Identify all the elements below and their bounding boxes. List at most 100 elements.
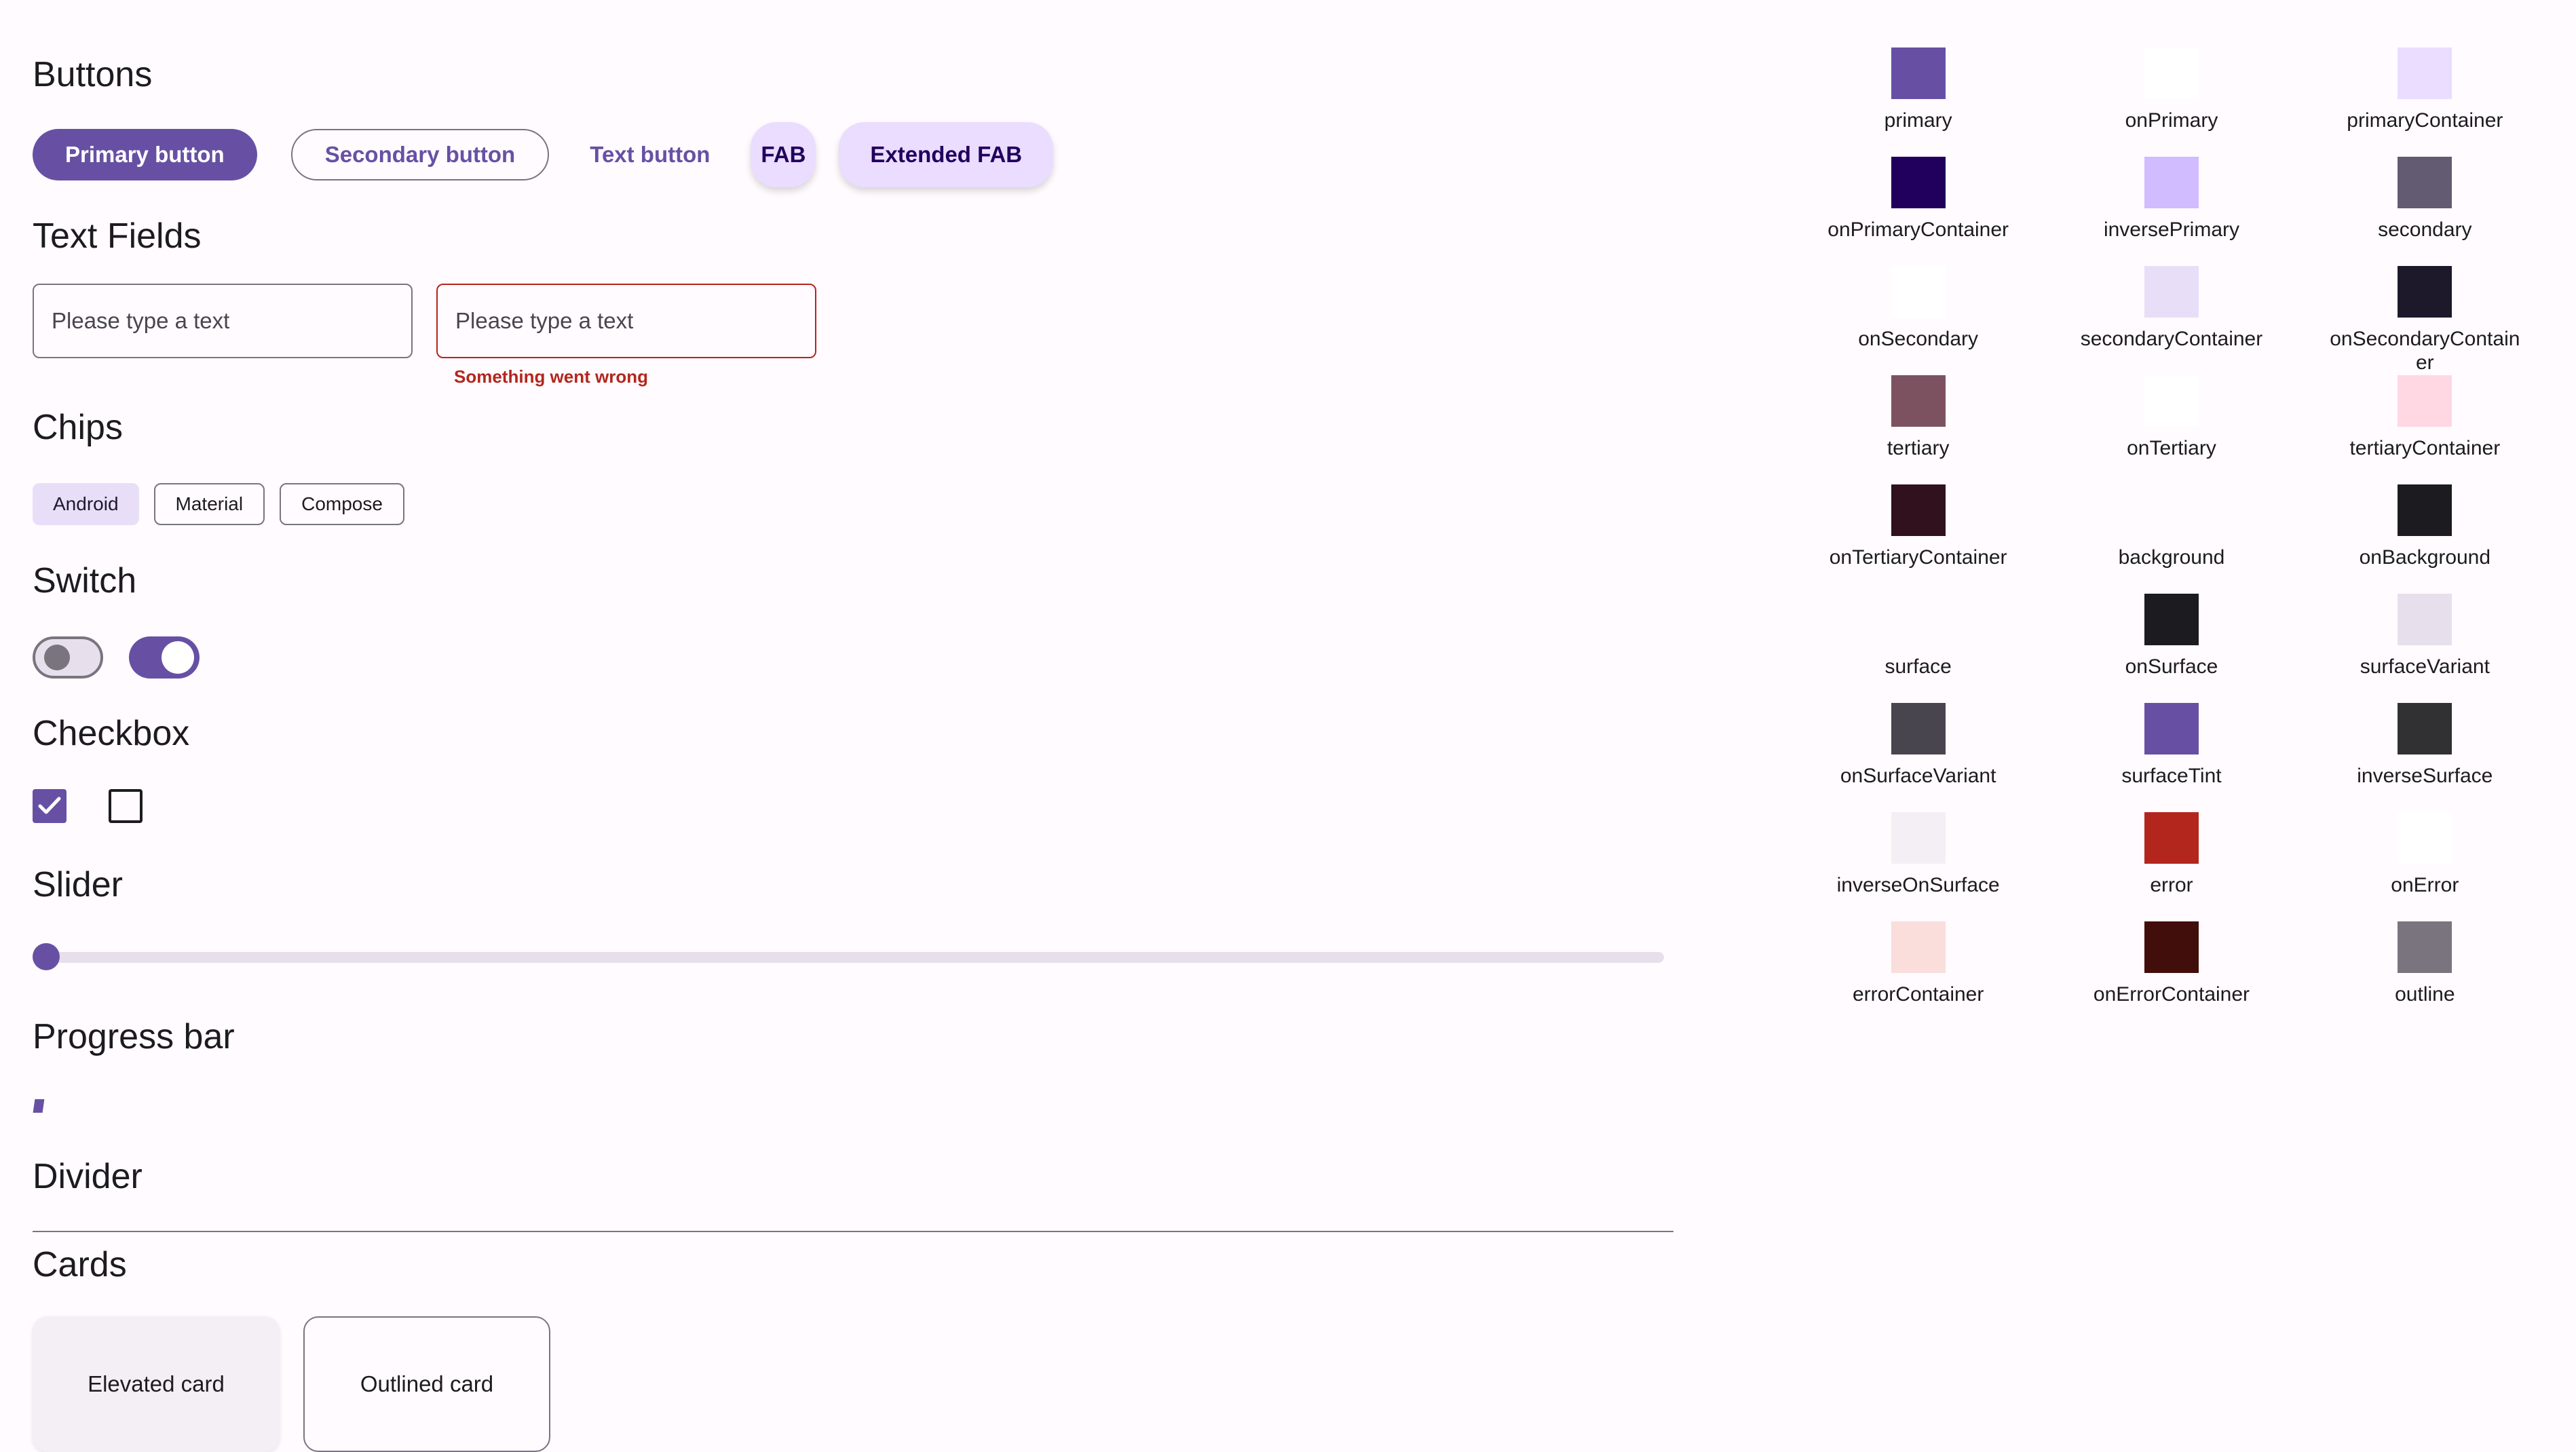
- swatch-label: onPrimary: [2073, 109, 2270, 132]
- swatch-surfaceVariant: surfaceVariant: [2298, 594, 2552, 703]
- swatch-color-box: [2144, 703, 2199, 754]
- primary-button[interactable]: Primary button: [33, 129, 257, 180]
- swatch-label: surfaceVariant: [2326, 655, 2523, 679]
- text-field-error-message: Something went wrong: [454, 366, 648, 387]
- switch-on-knob: [162, 641, 194, 674]
- progress-bar-section-title: Progress bar: [33, 1019, 235, 1054]
- swatch-color-box: [1891, 703, 1946, 754]
- elevated-card[interactable]: Elevated card: [33, 1316, 280, 1452]
- color-palette-grid: primary onPrimary primaryContainer onPrimar…: [1792, 47, 2552, 1031]
- swatch-onTertiaryContainer: onTertiaryContainer: [1792, 484, 2045, 594]
- swatch-tertiaryContainer: tertiaryContainer: [2298, 375, 2552, 484]
- swatch-label: inverseOnSurface: [1820, 873, 2017, 897]
- swatch-onTertiary: onTertiary: [2045, 375, 2298, 484]
- swatch-inverseSurface: inverseSurface: [2298, 703, 2552, 812]
- swatch-color-box: [2144, 157, 2199, 208]
- fab-button[interactable]: FAB: [751, 122, 816, 187]
- text-field-error[interactable]: [436, 284, 816, 358]
- swatch-color-box: [2398, 484, 2452, 536]
- swatch-label: primary: [1820, 109, 2017, 132]
- swatch-inverseOnSurface: inverseOnSurface: [1792, 812, 2045, 921]
- text-fields-section-title: Text Fields: [33, 218, 202, 254]
- component-showcase-column: Buttons Primary button Secondary button …: [33, 0, 1709, 1415]
- checkbox-row: [33, 789, 143, 823]
- buttons-row: Primary button Secondary button Text but…: [33, 122, 1053, 187]
- swatch-label: surfaceTint: [2073, 764, 2270, 788]
- chips-section-title: Chips: [33, 410, 123, 445]
- swatch-label: onSecondary: [1820, 327, 2017, 351]
- divider-section-title: Divider: [33, 1159, 143, 1194]
- extended-fab-button[interactable]: Extended FAB: [839, 122, 1053, 187]
- switch-on[interactable]: [129, 636, 200, 679]
- check-icon: [38, 796, 61, 816]
- swatch-color-box: [2398, 812, 2452, 864]
- swatch-onErrorContainer: onErrorContainer: [2045, 921, 2298, 1031]
- divider-line: [33, 1231, 1673, 1232]
- slider[interactable]: [33, 943, 1664, 970]
- checkbox-unchecked[interactable]: [109, 789, 143, 823]
- chip-android[interactable]: Android: [33, 483, 139, 525]
- outlined-card[interactable]: Outlined card: [303, 1316, 550, 1452]
- swatch-color-box: [2144, 812, 2199, 864]
- swatch-color-box: [2398, 47, 2452, 99]
- buttons-section-title: Buttons: [33, 57, 152, 92]
- swatch-onSurface: onSurface: [2045, 594, 2298, 703]
- swatch-label: tertiaryContainer: [2326, 436, 2523, 460]
- swatch-outline: outline: [2298, 921, 2552, 1031]
- slider-track[interactable]: [33, 952, 1664, 963]
- text-field-normal[interactable]: [33, 284, 413, 358]
- chip-compose[interactable]: Compose: [280, 483, 404, 525]
- swatch-label: secondary: [2326, 218, 2523, 242]
- swatch-primaryContainer: primaryContainer: [2298, 47, 2552, 157]
- chips-row: Android Material Compose: [33, 483, 404, 525]
- secondary-button[interactable]: Secondary button: [291, 129, 550, 180]
- swatch-label: outline: [2326, 982, 2523, 1006]
- swatch-label: onSurfaceVariant: [1820, 764, 2017, 788]
- text-button[interactable]: Text button: [569, 129, 730, 180]
- swatch-label: secondaryContainer: [2073, 327, 2270, 351]
- swatch-onPrimary: onPrimary: [2045, 47, 2298, 157]
- slider-section-title: Slider: [33, 867, 123, 902]
- swatch-label: onTertiaryContainer: [1820, 546, 2017, 569]
- progress-bar-indicator: [33, 1099, 45, 1113]
- swatch-label: onPrimaryContainer: [1820, 218, 2017, 242]
- swatch-label: onSecondaryContainer: [2326, 327, 2523, 375]
- text-field-normal-wrapper: [33, 284, 413, 358]
- swatch-color-box: [1891, 921, 1946, 973]
- swatch-onSurfaceVariant: onSurfaceVariant: [1792, 703, 2045, 812]
- swatch-errorContainer: errorContainer: [1792, 921, 2045, 1031]
- swatch-label: inverseSurface: [2326, 764, 2523, 788]
- swatch-color-box: [2144, 484, 2199, 536]
- switch-section-title: Switch: [33, 563, 136, 598]
- swatch-color-box: [2144, 47, 2199, 99]
- swatch-inversePrimary: inversePrimary: [2045, 157, 2298, 266]
- swatch-secondary: secondary: [2298, 157, 2552, 266]
- switch-row: [33, 636, 200, 679]
- switch-off-knob: [44, 645, 70, 670]
- progress-bar: [33, 1099, 1664, 1113]
- cards-row: Elevated card Outlined card: [33, 1316, 550, 1452]
- swatch-label: onTertiary: [2073, 436, 2270, 460]
- swatch-color-box: [1891, 375, 1946, 427]
- swatch-background: background: [2045, 484, 2298, 594]
- swatch-color-box: [2398, 157, 2452, 208]
- slider-thumb[interactable]: [33, 943, 60, 970]
- swatch-color-box: [2144, 921, 2199, 973]
- switch-off[interactable]: [33, 636, 103, 679]
- chip-material[interactable]: Material: [154, 483, 265, 525]
- swatch-surface: surface: [1792, 594, 2045, 703]
- swatch-color-box: [2398, 921, 2452, 973]
- swatch-primary: primary: [1792, 47, 2045, 157]
- swatch-color-box: [1891, 484, 1946, 536]
- text-field-error-wrapper: Something went wrong: [436, 284, 816, 358]
- checkbox-checked[interactable]: [33, 789, 67, 823]
- swatch-color-box: [2398, 594, 2452, 645]
- swatch-label: error: [2073, 873, 2270, 897]
- swatch-onPrimaryContainer: onPrimaryContainer: [1792, 157, 2045, 266]
- swatch-color-box: [1891, 47, 1946, 99]
- swatch-label: onError: [2326, 873, 2523, 897]
- swatch-label: onBackground: [2326, 546, 2523, 569]
- swatch-color-box: [2398, 703, 2452, 754]
- swatch-secondaryContainer: secondaryContainer: [2045, 266, 2298, 375]
- swatch-label: onErrorContainer: [2073, 982, 2270, 1006]
